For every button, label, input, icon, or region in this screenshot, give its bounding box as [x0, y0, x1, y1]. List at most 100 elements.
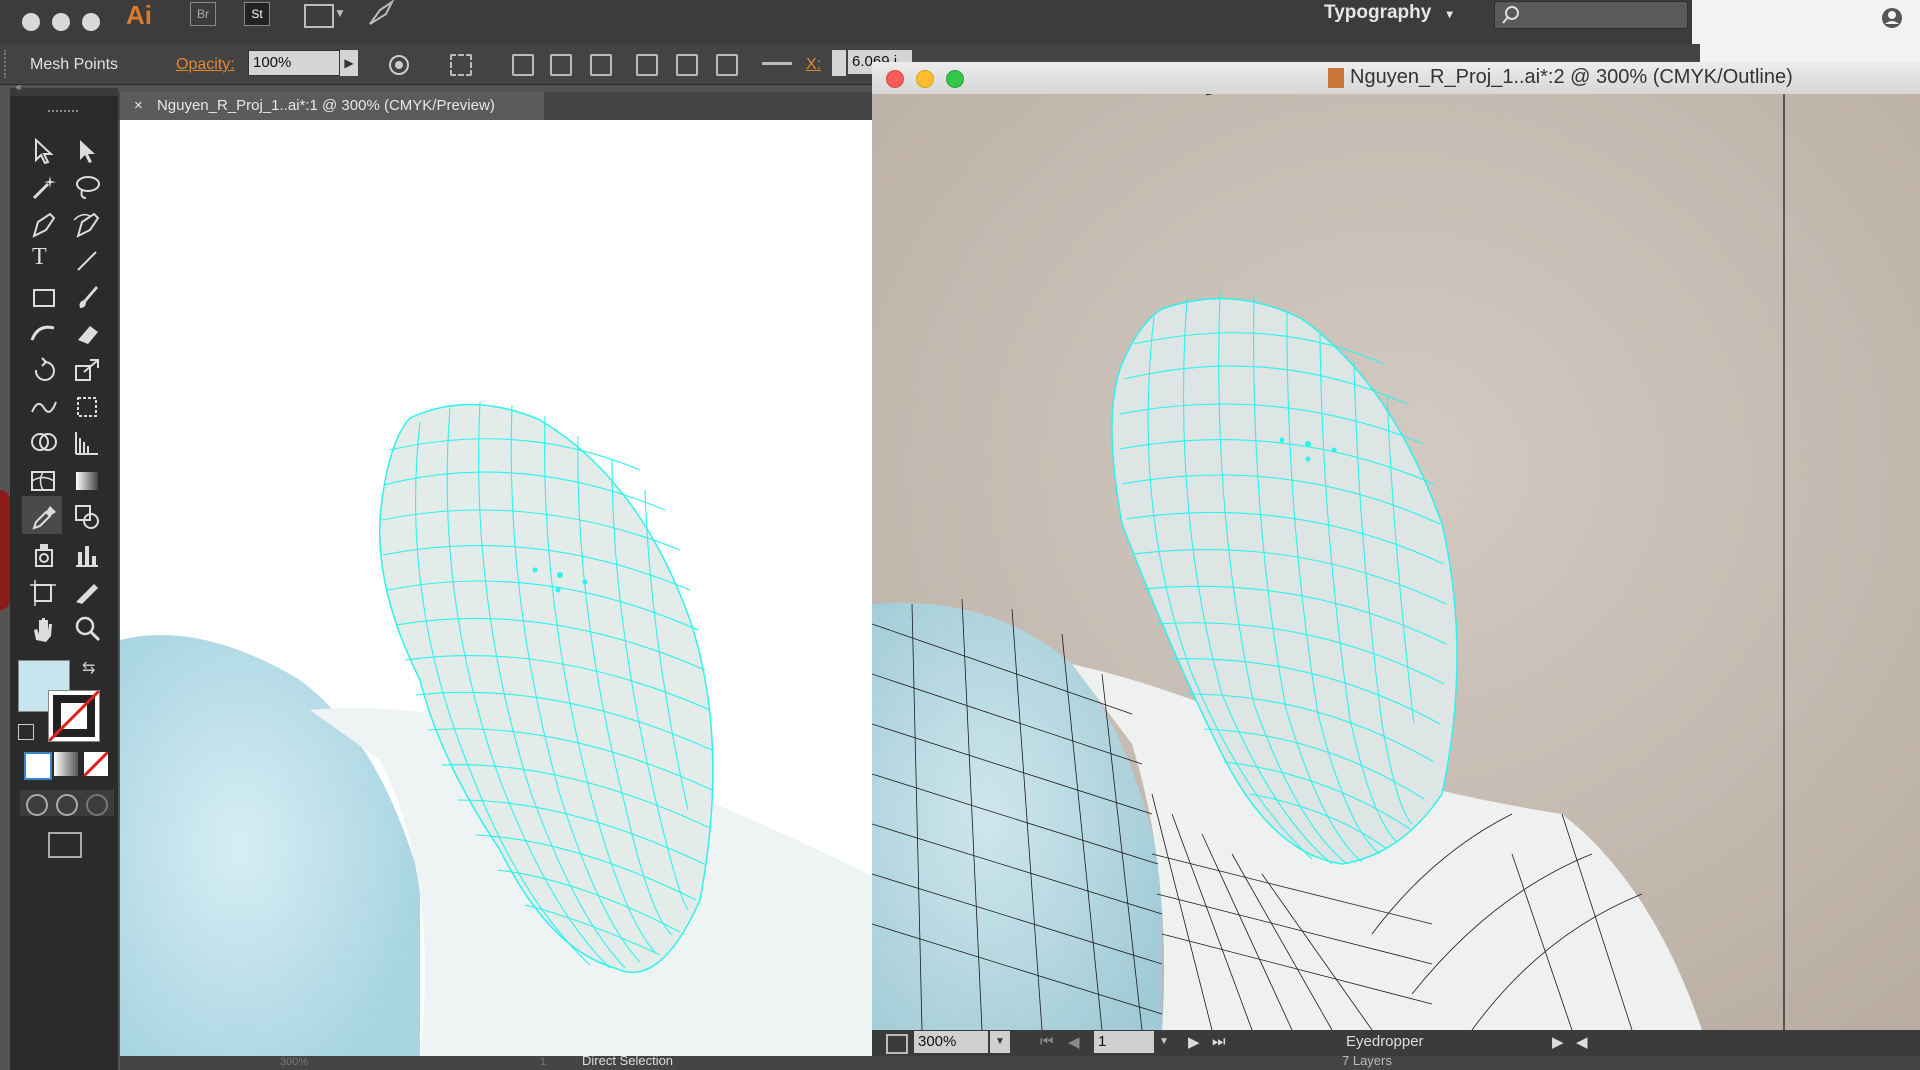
slice-tool-icon[interactable]	[72, 578, 102, 608]
stock-button[interactable]: St	[244, 2, 270, 26]
recolor-artwork-icon[interactable]	[388, 54, 410, 76]
zoom-window-button[interactable]	[82, 13, 100, 31]
workspace-switcher[interactable]: Typography ▾	[1324, 2, 1453, 24]
type-tool-icon[interactable]: T	[32, 244, 47, 271]
user-account-icon[interactable]	[1880, 6, 1904, 30]
chevron-down-icon[interactable]: ▼	[334, 6, 346, 20]
align-middle-icon[interactable]	[676, 54, 698, 76]
align-bottom-icon[interactable]	[716, 54, 738, 76]
x-label[interactable]: X:	[806, 56, 821, 74]
document-proxy-icon[interactable]	[1328, 68, 1344, 88]
screen-mode-icon[interactable]	[48, 832, 82, 858]
pen-tool-icon[interactable]	[28, 210, 58, 240]
gradient-mode-button[interactable]	[54, 752, 78, 776]
artboard-preview[interactable]	[120, 120, 880, 1056]
first-artboard-icon[interactable]: ⏮	[1040, 1033, 1054, 1050]
grip-handle[interactable]	[48, 110, 78, 116]
transform-icon[interactable]	[450, 54, 472, 76]
align-left-icon[interactable]	[512, 54, 534, 76]
mesh-tool-icon[interactable]	[28, 466, 58, 496]
application-bar: Ai Br St ▼ Typography ▾	[0, 0, 1692, 45]
zoom-tool-icon[interactable]	[72, 614, 102, 644]
artboard-tool-icon[interactable]	[28, 578, 58, 608]
hand-tool-icon[interactable]	[28, 614, 58, 644]
symbol-sprayer-tool-icon[interactable]	[28, 540, 58, 570]
collapse-icon[interactable]: «	[16, 82, 22, 93]
color-mode-button[interactable]	[24, 752, 52, 780]
status-menu-icon[interactable]: ▶	[1552, 1033, 1564, 1051]
perspective-grid-tool-icon[interactable]	[72, 428, 102, 458]
warp-tool-icon[interactable]	[28, 392, 58, 422]
shape-builder-tool-icon[interactable]	[28, 428, 58, 458]
gpu-rocket-icon[interactable]	[366, 0, 396, 33]
close-window-button[interactable]	[22, 13, 40, 31]
previous-artboard-icon[interactable]: ◀	[1068, 1033, 1080, 1051]
zoom-window-button[interactable]	[946, 70, 964, 88]
illustrator-logo: Ai	[126, 0, 152, 30]
rotate-tool-icon[interactable]	[28, 356, 58, 386]
swap-fill-stroke-icon[interactable]: ⇆	[82, 658, 95, 678]
mesh-artwork-preview[interactable]	[120, 120, 880, 1056]
window-title: Nguyen_R_Proj_1..ai*:2 @ 300% (CMYK/Outl…	[1350, 66, 1793, 88]
drawing-modes	[20, 790, 114, 816]
align-top-icon[interactable]	[636, 54, 658, 76]
artboard-dropdown-icon[interactable]: ▼	[1154, 1031, 1174, 1053]
align-right-icon[interactable]	[590, 54, 612, 76]
eraser-tool-icon[interactable]	[72, 318, 102, 348]
align-center-icon[interactable]	[550, 54, 572, 76]
column-graph-tool-icon[interactable]	[72, 540, 102, 570]
gradient-tool-icon[interactable]	[72, 466, 102, 496]
last-artboard-icon[interactable]: ⏭	[1212, 1033, 1226, 1050]
artboard-number-field[interactable]: 1	[1094, 1031, 1154, 1053]
none-mode-button[interactable]	[84, 752, 108, 776]
chevron-down-icon: ▾	[1446, 7, 1453, 21]
mesh-artwork-outline[interactable]	[872, 94, 1920, 1030]
arrange-documents-icon[interactable]	[304, 4, 334, 28]
reference-point-icon[interactable]	[762, 62, 792, 65]
opacity-arrow-button[interactable]: ▶	[340, 50, 358, 76]
zoom-field[interactable]: 300%	[280, 1056, 308, 1068]
selection-tool-icon[interactable]	[28, 136, 58, 166]
background-graphic	[0, 490, 10, 610]
zoom-dropdown-icon[interactable]: ▼	[990, 1031, 1010, 1053]
zoom-field[interactable]: 300%	[914, 1031, 988, 1053]
next-artboard-icon[interactable]: ▶	[1188, 1033, 1200, 1051]
workspace-label: Typography	[1324, 2, 1432, 23]
scroll-left-icon[interactable]: ◀	[1576, 1033, 1588, 1051]
artboard-number-field[interactable]: 1	[540, 1056, 546, 1068]
close-tab-icon[interactable]: ×	[134, 97, 143, 114]
rectangle-tool-icon[interactable]	[28, 282, 58, 312]
opacity-field[interactable]: 100%	[248, 50, 340, 76]
line-segment-tool-icon[interactable]	[72, 246, 102, 276]
shaper-tool-icon[interactable]	[28, 318, 58, 348]
grip-handle[interactable]	[4, 50, 10, 78]
eyedropper-tool-icon[interactable]	[28, 502, 58, 532]
close-window-button[interactable]	[886, 70, 904, 88]
shoulder-shape[interactable]	[120, 635, 420, 1056]
stroke-swatch[interactable]	[48, 690, 100, 742]
artboard-outline[interactable]	[872, 94, 1920, 1030]
scale-tool-icon[interactable]	[72, 356, 102, 386]
lasso-tool-icon[interactable]	[72, 172, 102, 202]
search-input[interactable]	[1494, 1, 1688, 29]
bridge-button[interactable]: Br	[190, 2, 216, 26]
magic-wand-tool-icon[interactable]	[28, 172, 58, 202]
status-tool-label: Eyedropper	[1346, 1033, 1424, 1050]
curvature-tool-icon[interactable]	[72, 210, 102, 240]
blend-tool-icon[interactable]	[72, 502, 102, 532]
draw-normal-icon[interactable]	[26, 794, 48, 816]
share-icon[interactable]	[886, 1034, 908, 1054]
paintbrush-tool-icon[interactable]	[72, 282, 102, 312]
opacity-label[interactable]: Opacity:	[176, 56, 235, 74]
minimize-window-button[interactable]	[52, 13, 70, 31]
free-transform-tool-icon[interactable]	[72, 392, 102, 422]
minimize-window-button[interactable]	[916, 70, 934, 88]
document-tab-title: Nguyen_R_Proj_1..ai*:1 @ 300% (CMYK/Prev…	[156, 97, 495, 114]
x-stepper[interactable]	[832, 50, 846, 76]
direct-selection-tool-icon[interactable]	[72, 136, 102, 166]
draw-behind-icon[interactable]	[56, 794, 78, 816]
default-fill-stroke-icon[interactable]	[18, 724, 34, 740]
draw-inside-icon[interactable]	[86, 794, 108, 816]
tools-panel: T ⇆	[10, 96, 118, 1070]
document-tab[interactable]: × Nguyen_R_Proj_1..ai*:1 @ 300% (CMYK/Pr…	[120, 92, 544, 120]
